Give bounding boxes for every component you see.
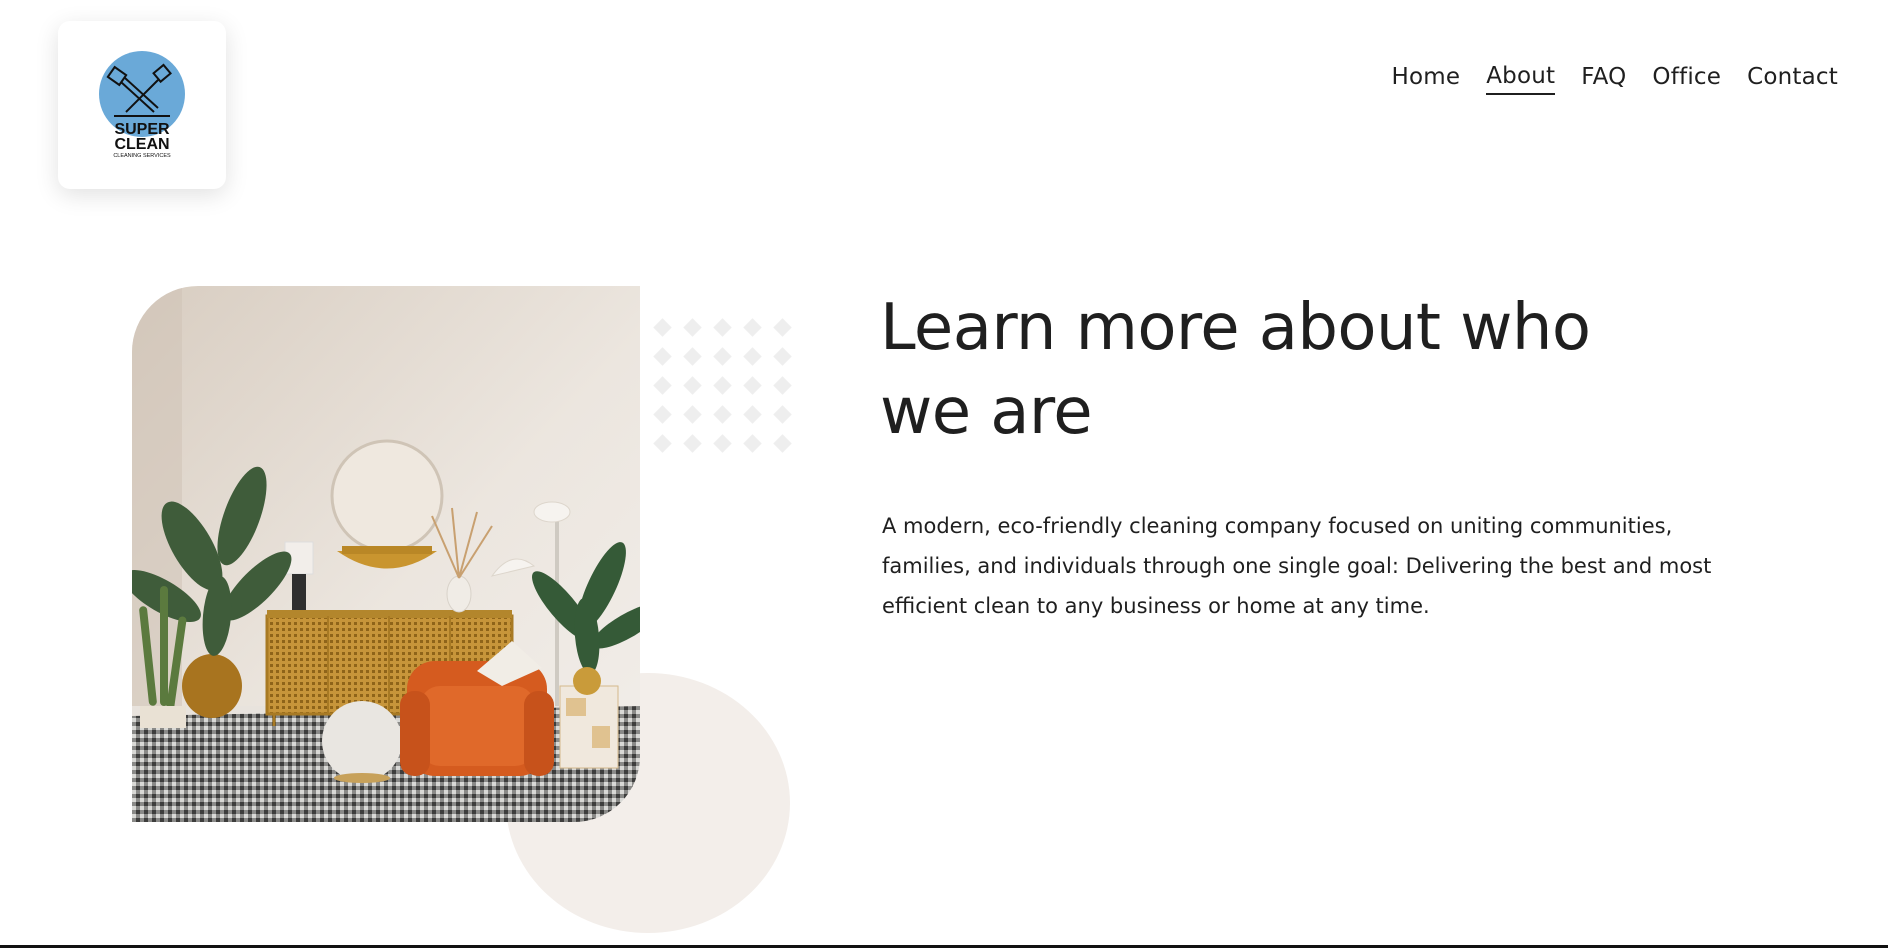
- decorative-dot-pattern: [653, 318, 792, 453]
- nav-office[interactable]: Office: [1652, 64, 1721, 94]
- logo-text-clean: CLEAN: [114, 136, 169, 153]
- nav-home[interactable]: Home: [1392, 64, 1461, 94]
- nav-about[interactable]: About: [1486, 63, 1556, 95]
- about-description: A modern, eco-friendly cleaning company …: [882, 514, 1712, 618]
- interior-photo: [132, 286, 640, 822]
- page-title: Learn more about who we are: [880, 291, 1591, 449]
- main-nav: Home About FAQ Office Contact: [1392, 63, 1838, 95]
- logo-mark-icon: SUPER CLEAN CLEANING SERVICES: [99, 51, 185, 159]
- logo[interactable]: SUPER CLEAN CLEANING SERVICES: [58, 21, 226, 189]
- logo-text-services: CLEANING SERVICES: [113, 153, 171, 159]
- nav-faq[interactable]: FAQ: [1581, 64, 1626, 94]
- nav-contact[interactable]: Contact: [1747, 64, 1838, 94]
